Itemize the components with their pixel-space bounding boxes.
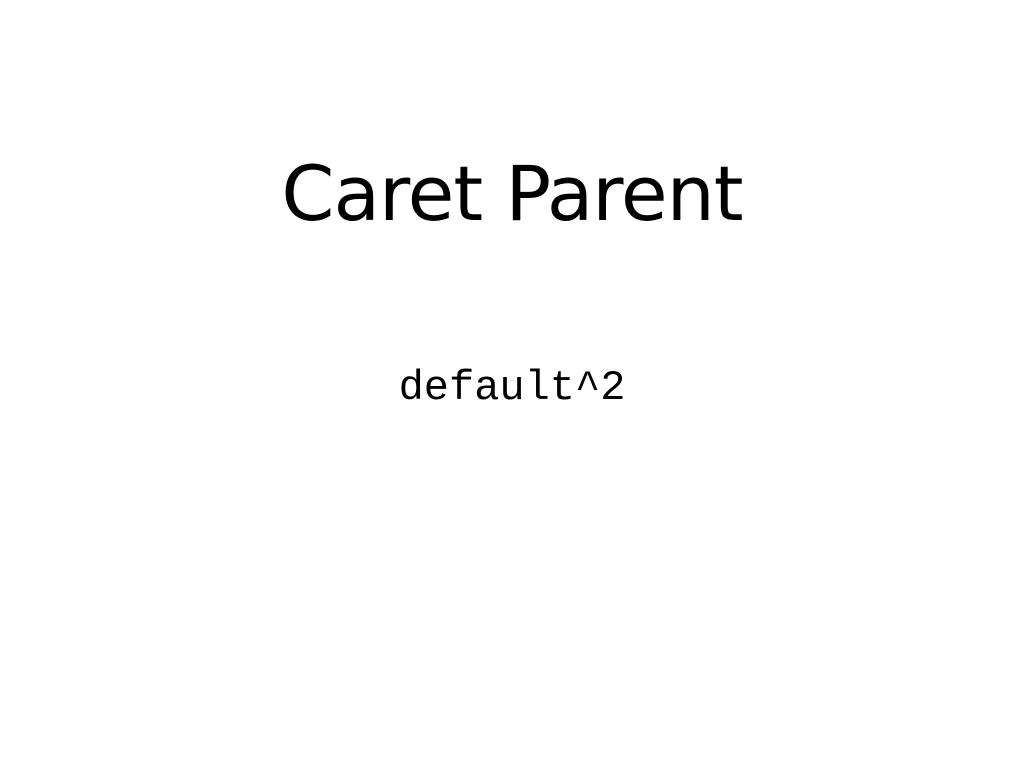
slide-title: Caret Parent [281,149,743,238]
slide: Caret Parent default^2 [0,0,1024,768]
code-snippet: default^2 [398,364,626,412]
